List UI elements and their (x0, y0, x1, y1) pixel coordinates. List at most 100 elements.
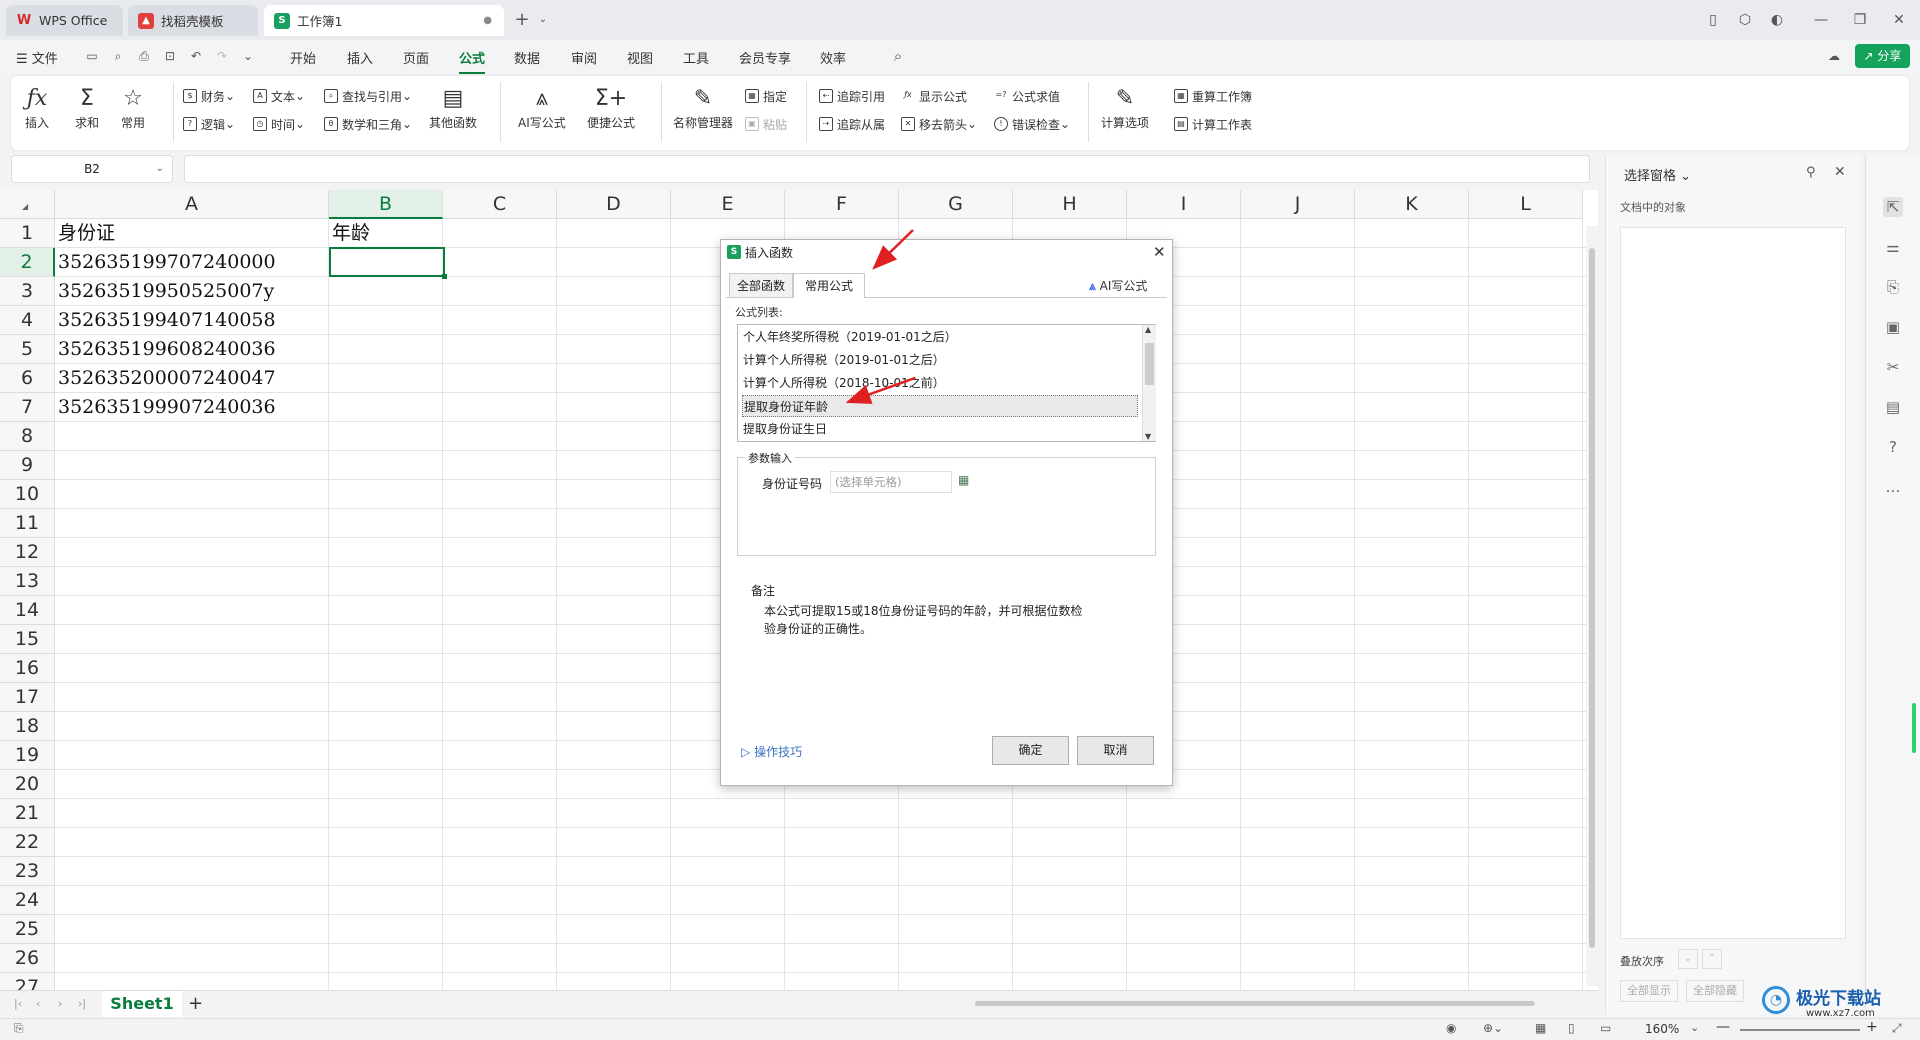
minimize-icon[interactable]: — (1811, 10, 1831, 30)
trace-precedents-button[interactable]: ⇠ 追踪引用 (819, 86, 885, 106)
row-header-23[interactable]: 23 (0, 857, 55, 886)
chevron-down-icon[interactable]: ⌄ (533, 10, 553, 30)
move-down-button[interactable]: ⌄ (1678, 949, 1698, 969)
menu-home[interactable]: 开始 (290, 48, 316, 67)
tab-template[interactable]: ▲ 找稻壳模板 (128, 5, 258, 36)
calc-sheet-button[interactable]: ▤ 计算工作表 (1174, 114, 1252, 134)
menu-insert[interactable]: 插入 (347, 48, 373, 67)
object-list[interactable] (1620, 227, 1846, 939)
row-header-16[interactable]: 16 (0, 654, 55, 683)
more-icon[interactable]: … (1883, 477, 1903, 497)
cloud-icon[interactable]: ☁ (1826, 48, 1842, 64)
chevron-down-icon[interactable]: ⌄ (156, 156, 164, 182)
chevron-down-icon[interactable]: ⌄ (1690, 1021, 1699, 1034)
row-header-10[interactable]: 10 (0, 480, 55, 509)
row-header-26[interactable]: 26 (0, 944, 55, 973)
share-button[interactable]: ↗ 分享 (1855, 44, 1910, 68)
row-header-11[interactable]: 11 (0, 509, 55, 538)
select-all-corner[interactable]: ◢ (0, 190, 55, 219)
row-header-6[interactable]: 6 (0, 364, 55, 393)
id-number-input[interactable]: (选择单元格) (830, 471, 952, 493)
hide-all-button[interactable]: 全部隐藏 (1686, 980, 1744, 1002)
normal-view-icon[interactable]: ▦ (1535, 1021, 1546, 1035)
column-header-G[interactable]: G (899, 190, 1013, 219)
show-all-button[interactable]: 全部显示 (1620, 980, 1678, 1002)
menu-formula[interactable]: 公式 (459, 48, 486, 74)
last-sheet-icon[interactable]: ›| (78, 997, 86, 1010)
row-header-18[interactable]: 18 (0, 712, 55, 741)
remove-arrows-button[interactable]: ✕ 移去箭头 ⌄ (901, 114, 977, 134)
menu-review[interactable]: 审阅 (571, 48, 597, 67)
column-header-E[interactable]: E (671, 190, 785, 219)
close-icon[interactable]: ✕ (1153, 243, 1166, 261)
paste-button[interactable]: ▣ 粘贴 (745, 114, 787, 134)
zoom-out-icon[interactable]: — (1716, 1019, 1730, 1035)
restore-icon[interactable]: ❐ (1850, 10, 1870, 30)
tab-wps-office[interactable]: W WPS Office (6, 5, 123, 36)
image-edit-icon[interactable]: ▣ (1883, 317, 1903, 337)
common-button[interactable]: ☆ 常用 (121, 84, 145, 131)
new-tab-icon[interactable]: + (512, 10, 532, 30)
pin-icon[interactable]: ⌕ (110, 48, 126, 64)
formula-input[interactable] (184, 155, 1590, 183)
sheet-tab-sheet1[interactable]: Sheet1 (102, 991, 182, 1017)
add-sheet-button[interactable]: + (188, 993, 203, 1014)
finance-button[interactable]: $ 财务 ⌄ (183, 86, 235, 106)
time-button[interactable]: ◷ 时间 ⌄ (253, 114, 305, 134)
list-item-selected[interactable]: 提取身份证年龄 (742, 395, 1138, 417)
row-header-1[interactable]: 1 (0, 219, 55, 248)
column-header-L[interactable]: L (1469, 190, 1583, 219)
book-icon[interactable]: ▤ (1883, 397, 1903, 417)
name-box[interactable]: B2 ⌄ (11, 155, 173, 183)
close-icon[interactable]: ✕ (1834, 164, 1846, 180)
ok-button[interactable]: 确定 (992, 736, 1069, 765)
tips-link[interactable]: ▷ 操作技巧 (741, 743, 802, 760)
eye-icon[interactable]: ◉ (1446, 1021, 1456, 1035)
cell-A3[interactable]: 35263519950525007y (55, 277, 274, 306)
list-item[interactable]: 提取身份证生日 (742, 418, 1138, 440)
page-view-icon[interactable]: ▯ (1568, 1021, 1575, 1035)
layout-icon[interactable]: ▯ (1703, 10, 1723, 30)
list-item[interactable]: 计算个人所得税（2019-01-01之后） (742, 349, 1138, 371)
tools-icon[interactable]: ✂ (1883, 357, 1903, 377)
row-header-13[interactable]: 13 (0, 567, 55, 596)
row-header-7[interactable]: 7 (0, 393, 55, 422)
autosum-button[interactable]: Σ 求和 (75, 84, 99, 131)
column-header-H[interactable]: H (1013, 190, 1127, 219)
zoom-level[interactable]: 160% (1645, 1022, 1679, 1036)
file-menu[interactable]: ☰ 文件 (16, 48, 58, 67)
row-header-14[interactable]: 14 (0, 596, 55, 625)
tab-workbook[interactable]: S 工作簿1 ● (264, 5, 504, 36)
logic-button[interactable]: ? 逻辑 ⌄ (183, 114, 235, 134)
lookup-button[interactable]: ⌕ 查找与引用 ⌄ (324, 86, 412, 106)
scroll-thumb[interactable] (1589, 248, 1595, 948)
column-header-C[interactable]: C (443, 190, 557, 219)
ai-formula-button[interactable]: ⩓ AI写公式 (518, 84, 566, 131)
menu-tools[interactable]: 工具 (683, 48, 709, 67)
cancel-button[interactable]: 取消 (1077, 736, 1154, 765)
row-header-17[interactable]: 17 (0, 683, 55, 712)
menu-page[interactable]: 页面 (403, 48, 429, 67)
cell-A1[interactable]: 身份证 (55, 219, 115, 248)
row-header-3[interactable]: 3 (0, 277, 55, 306)
row-header-5[interactable]: 5 (0, 335, 55, 364)
column-header-F[interactable]: F (785, 190, 899, 219)
cell-B1[interactable]: 年龄 (329, 219, 370, 248)
row-header-2[interactable]: 2 (0, 248, 55, 277)
column-header-D[interactable]: D (557, 190, 671, 219)
row-header-24[interactable]: 24 (0, 886, 55, 915)
select-range-icon[interactable]: ▦ (958, 473, 969, 487)
menu-data[interactable]: 数据 (514, 48, 540, 67)
cell-A5[interactable]: 352635199608240036 (55, 335, 276, 364)
quick-formula-button[interactable]: Σ+ 便捷公式 (587, 84, 635, 131)
row-header-8[interactable]: 8 (0, 422, 55, 451)
macro-icon[interactable]: ⎘ (14, 1021, 24, 1036)
tab-all-functions[interactable]: 全部函数 (729, 273, 793, 297)
close-icon[interactable]: ✕ (1889, 10, 1909, 30)
insert-function-button[interactable]: ƒx 插入 (25, 84, 49, 131)
menu-efficiency[interactable]: 效率 (820, 48, 846, 67)
menu-view[interactable]: 视图 (627, 48, 653, 67)
horizontal-scrollbar[interactable] (945, 999, 1575, 1007)
ai-formula-link[interactable]: ⩓ AI写公式 (1089, 277, 1147, 294)
next-sheet-icon[interactable]: › (58, 997, 62, 1010)
